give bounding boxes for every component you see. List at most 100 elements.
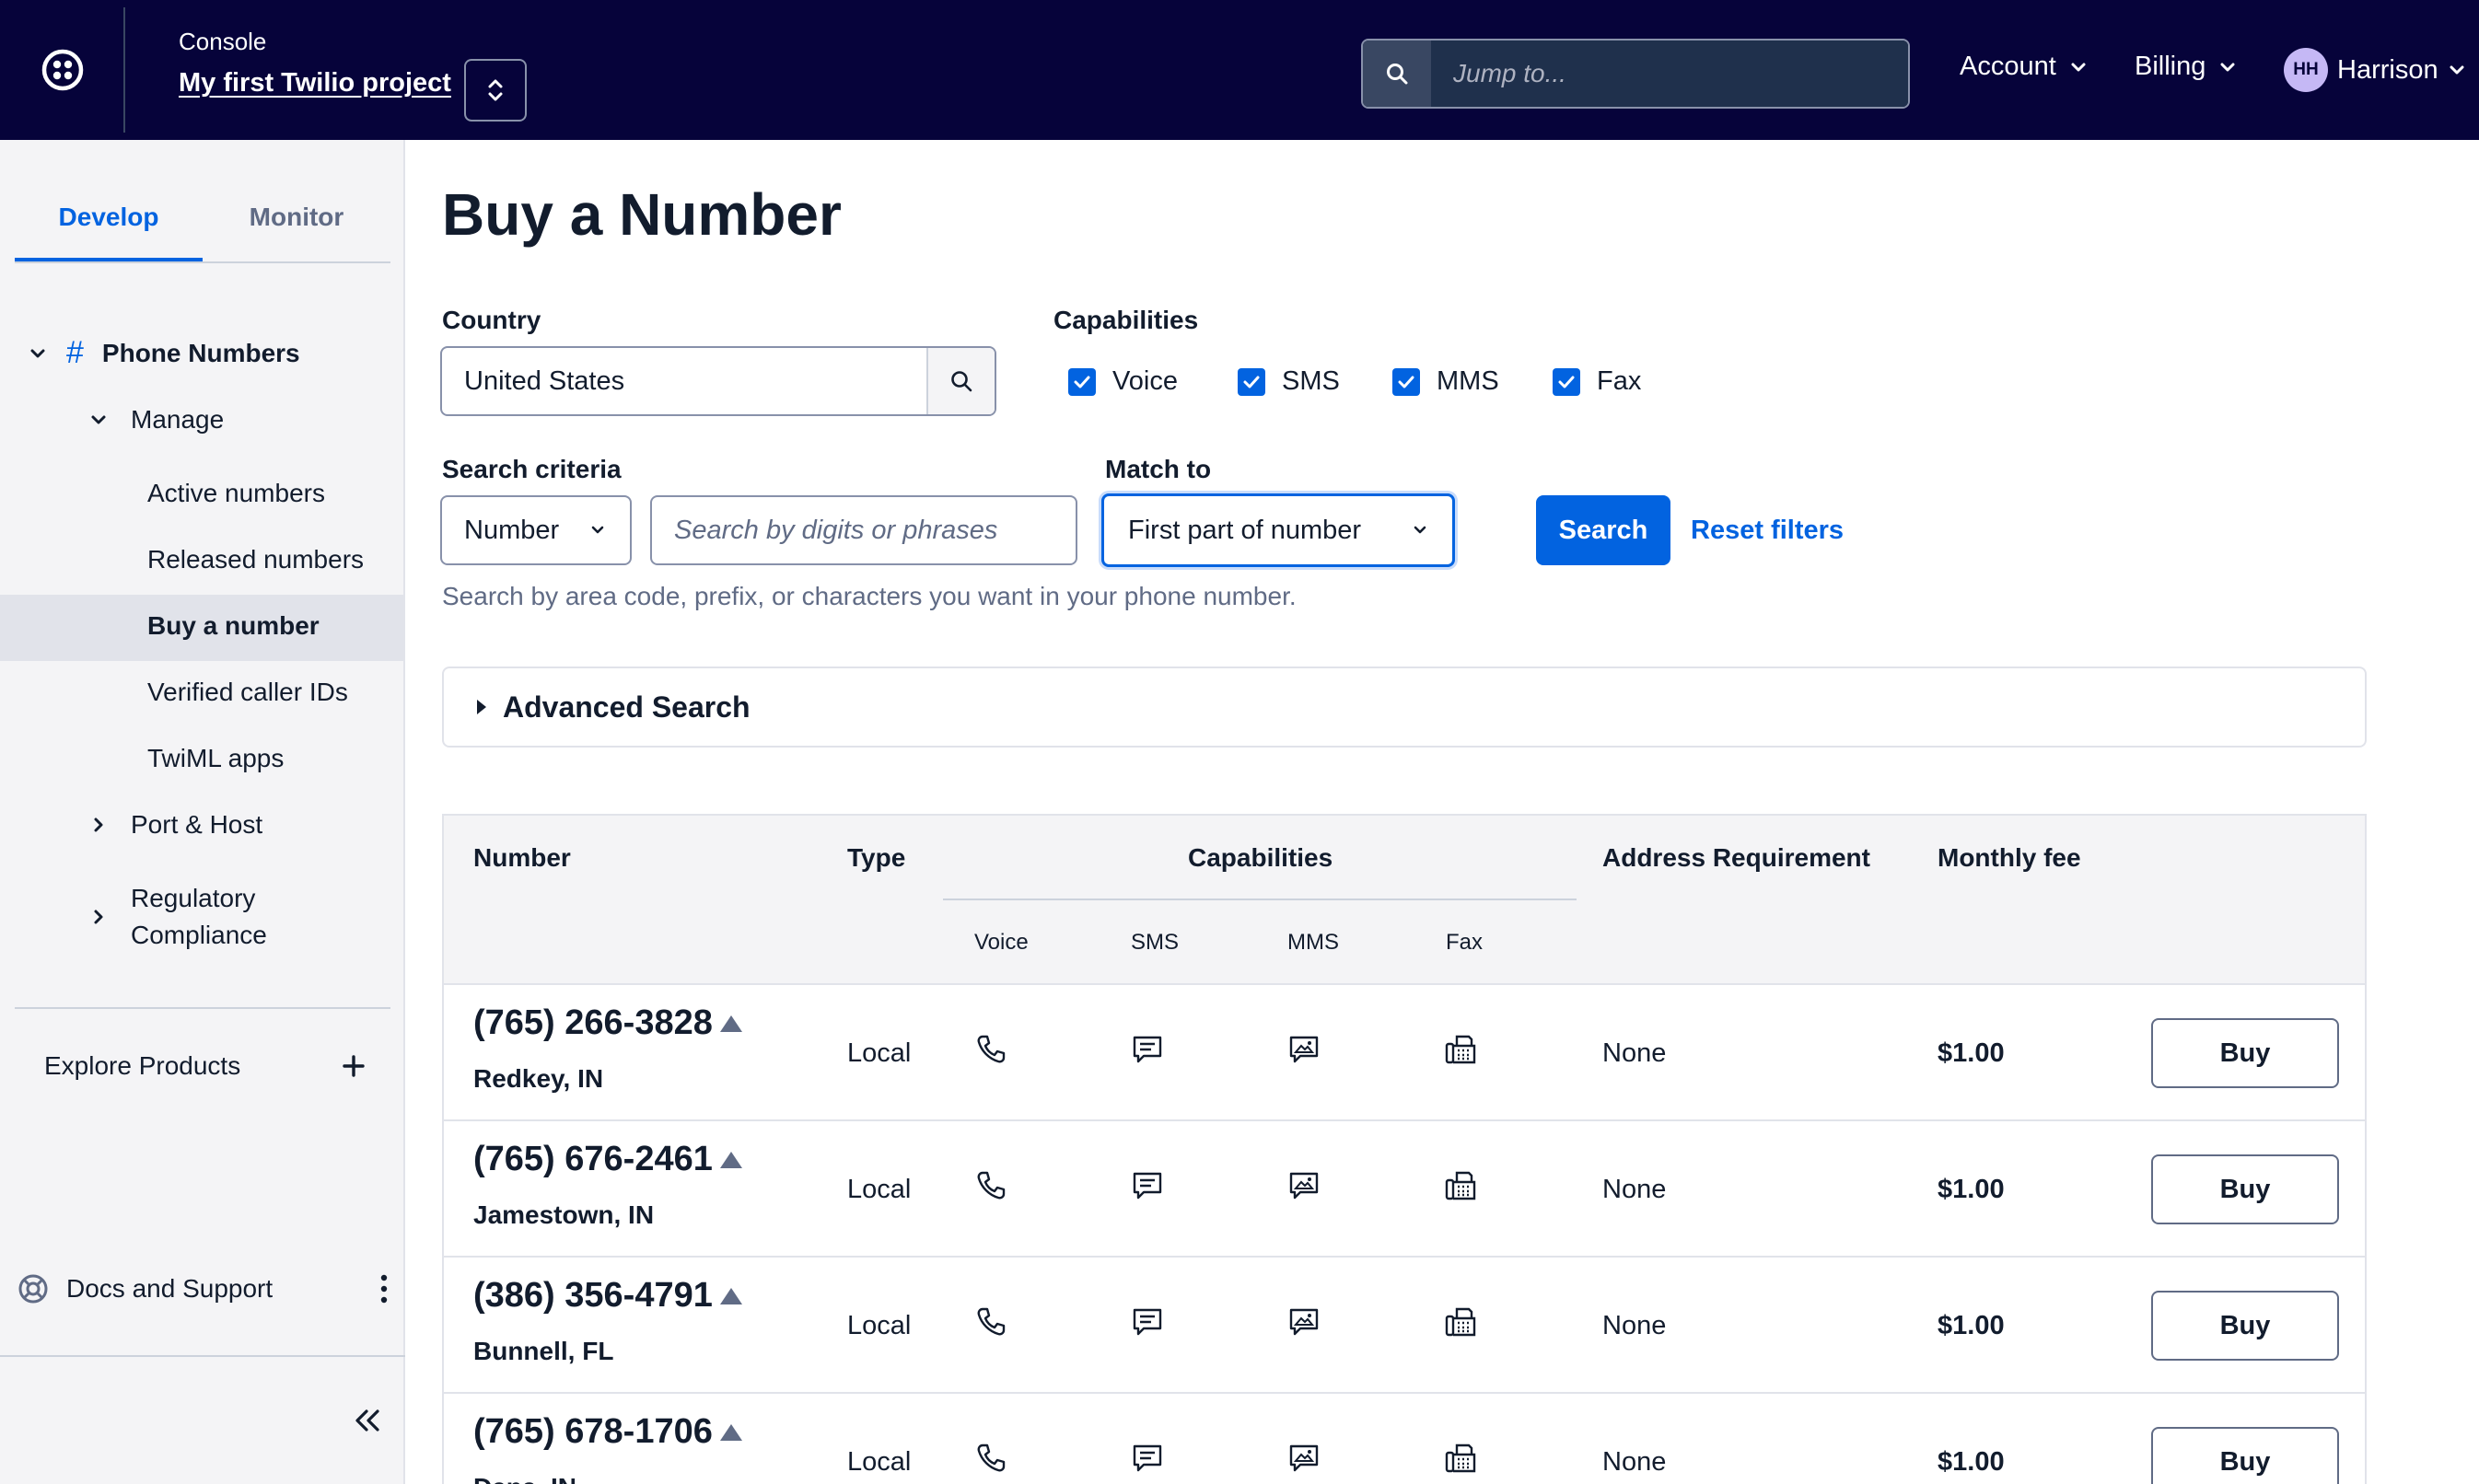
address-requirement: None bbox=[1602, 1311, 1667, 1340]
advanced-search-toggle[interactable]: Advanced Search bbox=[442, 667, 2367, 748]
triangle-icon bbox=[719, 1287, 742, 1304]
fax-icon bbox=[1445, 1035, 1476, 1064]
fax-icon bbox=[1445, 1443, 1476, 1473]
country-select[interactable]: United States bbox=[440, 346, 996, 416]
subheader-sms: SMS bbox=[1131, 930, 1180, 955]
search-help-text: Search by area code, prefix, or characte… bbox=[442, 582, 1297, 610]
search-criteria-select[interactable]: Number bbox=[440, 495, 632, 565]
match-to-select[interactable]: First part of number bbox=[1101, 493, 1455, 567]
nav-regulatory-line2: Compliance bbox=[131, 921, 267, 949]
monthly-fee: $1.00 bbox=[1938, 1175, 2005, 1204]
match-to-value: First part of number bbox=[1128, 515, 1362, 545]
sidebar: Develop Monitor # Phone Numbers Manage A… bbox=[0, 140, 405, 1484]
capability-voice-checkbox[interactable]: Voice bbox=[1068, 366, 1178, 397]
chevron-down-icon bbox=[2450, 65, 2464, 75]
explore-products[interactable]: Explore Products bbox=[44, 1051, 367, 1081]
jump-to-input[interactable] bbox=[1431, 41, 1908, 107]
docs-and-support-label: Docs and Support bbox=[66, 1274, 274, 1303]
header-number: Number bbox=[473, 843, 571, 872]
capability-fax-checkbox[interactable]: Fax bbox=[1553, 366, 1641, 397]
page-title: Buy a Number bbox=[442, 181, 842, 248]
nav-active-numbers[interactable]: Active numbers bbox=[147, 479, 325, 508]
fax-icon bbox=[1445, 1171, 1476, 1200]
buy-button[interactable]: Buy bbox=[2151, 1427, 2339, 1484]
nav-phone-numbers[interactable]: # Phone Numbers bbox=[28, 335, 300, 371]
search-button[interactable]: Search bbox=[1536, 495, 1670, 565]
header-monthly-fee: Monthly fee bbox=[1938, 843, 2081, 872]
buy-button[interactable]: Buy bbox=[2151, 1291, 2339, 1361]
mms-icon bbox=[1289, 1444, 1319, 1472]
reset-filters-link[interactable]: Reset filters bbox=[1691, 516, 1844, 546]
nav-manage[interactable]: Manage bbox=[88, 405, 224, 435]
search-icon[interactable] bbox=[926, 348, 995, 414]
sidebar-divider bbox=[15, 1007, 390, 1009]
number-type: Local bbox=[847, 1447, 912, 1477]
project-switcher-button[interactable] bbox=[464, 59, 527, 122]
plus-icon bbox=[343, 1055, 365, 1077]
billing-menu[interactable]: Billing bbox=[2135, 52, 2237, 82]
subheader-fax: Fax bbox=[1446, 930, 1484, 955]
nav-released-numbers[interactable]: Released numbers bbox=[147, 545, 364, 574]
subheader-mms: MMS bbox=[1287, 930, 1339, 955]
billing-label: Billing bbox=[2135, 52, 2206, 81]
nav-manage-label: Manage bbox=[131, 405, 225, 434]
tab-monitor[interactable]: Monitor bbox=[203, 182, 390, 261]
project-name-link[interactable]: My first Twilio project bbox=[179, 68, 451, 99]
chevron-down-icon bbox=[30, 349, 45, 357]
country-label: Country bbox=[442, 306, 541, 334]
capability-sms-checkbox[interactable]: SMS bbox=[1238, 366, 1340, 397]
capability-sms-label: SMS bbox=[1282, 366, 1340, 396]
number-type: Local bbox=[847, 1311, 912, 1340]
chevron-right-icon bbox=[94, 910, 103, 924]
phone-number: (765) 266-3828 bbox=[473, 1003, 744, 1043]
phone-number-text: (765) 266-3828 bbox=[473, 1003, 713, 1042]
sms-icon bbox=[1133, 1172, 1162, 1200]
phone-number-text: (765) 678-1706 bbox=[473, 1412, 713, 1451]
chevron-down-icon bbox=[1414, 526, 1426, 534]
address-requirement: None bbox=[1602, 1175, 1667, 1204]
location: Bunnell, FL bbox=[473, 1337, 614, 1365]
sidebar-footer-divider bbox=[0, 1355, 405, 1357]
nav-port-host[interactable]: Port & Host bbox=[88, 810, 262, 840]
check-icon bbox=[1392, 367, 1420, 396]
nav-buy-a-number[interactable]: Buy a number bbox=[147, 611, 320, 641]
top-bar: Console My first Twilio project Account … bbox=[0, 0, 2479, 140]
buy-button[interactable]: Buy bbox=[2151, 1018, 2339, 1088]
digits-search-input[interactable]: Search by digits or phrases bbox=[650, 495, 1077, 565]
phone-icon bbox=[977, 1035, 1006, 1063]
account-menu[interactable]: Account bbox=[1960, 52, 2088, 82]
monthly-fee: $1.00 bbox=[1938, 1447, 2005, 1477]
monthly-fee: $1.00 bbox=[1938, 1311, 2005, 1340]
digits-placeholder: Search by digits or phrases bbox=[674, 515, 998, 545]
mms-icon bbox=[1289, 1172, 1319, 1200]
nav-verified-caller-ids[interactable]: Verified caller IDs bbox=[147, 678, 348, 707]
search-icon[interactable] bbox=[1363, 41, 1431, 107]
kebab-icon[interactable] bbox=[379, 1273, 389, 1304]
docs-and-support[interactable]: Docs and Support bbox=[17, 1272, 389, 1305]
table-row: (765) 678-1706 Dana, IN Local None $1.00… bbox=[444, 1394, 2365, 1484]
header-address-requirement: Address Requirement bbox=[1602, 843, 1870, 872]
collapse-icon[interactable] bbox=[350, 1407, 383, 1434]
phone-number: (386) 356-4791 bbox=[473, 1276, 744, 1316]
monthly-fee: $1.00 bbox=[1938, 1038, 2005, 1068]
nav-phone-numbers-label: Phone Numbers bbox=[101, 338, 300, 367]
buy-button[interactable]: Buy bbox=[2151, 1154, 2339, 1224]
nav-regulatory-compliance[interactable]: Regulatory Compliance bbox=[88, 880, 267, 954]
user-avatar: HH bbox=[2284, 48, 2328, 92]
nav-twiml-apps[interactable]: TwiML apps bbox=[147, 744, 284, 773]
user-menu[interactable]: HH Harrison bbox=[2284, 48, 2466, 92]
table-header: Number Type Capabilities Voice SMS MMS F… bbox=[444, 816, 2365, 985]
fax-icon bbox=[1445, 1307, 1476, 1337]
phone-number: (765) 676-2461 bbox=[473, 1140, 744, 1179]
location: Redkey, IN bbox=[473, 1064, 604, 1093]
numbers-table: Number Type Capabilities Voice SMS MMS F… bbox=[442, 814, 2367, 1484]
tab-develop[interactable]: Develop bbox=[15, 182, 203, 261]
location: Dana, IN bbox=[473, 1473, 576, 1484]
twilio-logo-icon[interactable] bbox=[41, 48, 85, 92]
capability-mms-checkbox[interactable]: MMS bbox=[1392, 366, 1499, 397]
table-row: (765) 266-3828 Redkey, IN Local None $1.… bbox=[444, 985, 2365, 1121]
check-icon bbox=[1553, 367, 1580, 396]
capabilities-label: Capabilities bbox=[1053, 306, 1199, 334]
triangle-icon bbox=[719, 1151, 742, 1168]
number-type: Local bbox=[847, 1038, 912, 1068]
